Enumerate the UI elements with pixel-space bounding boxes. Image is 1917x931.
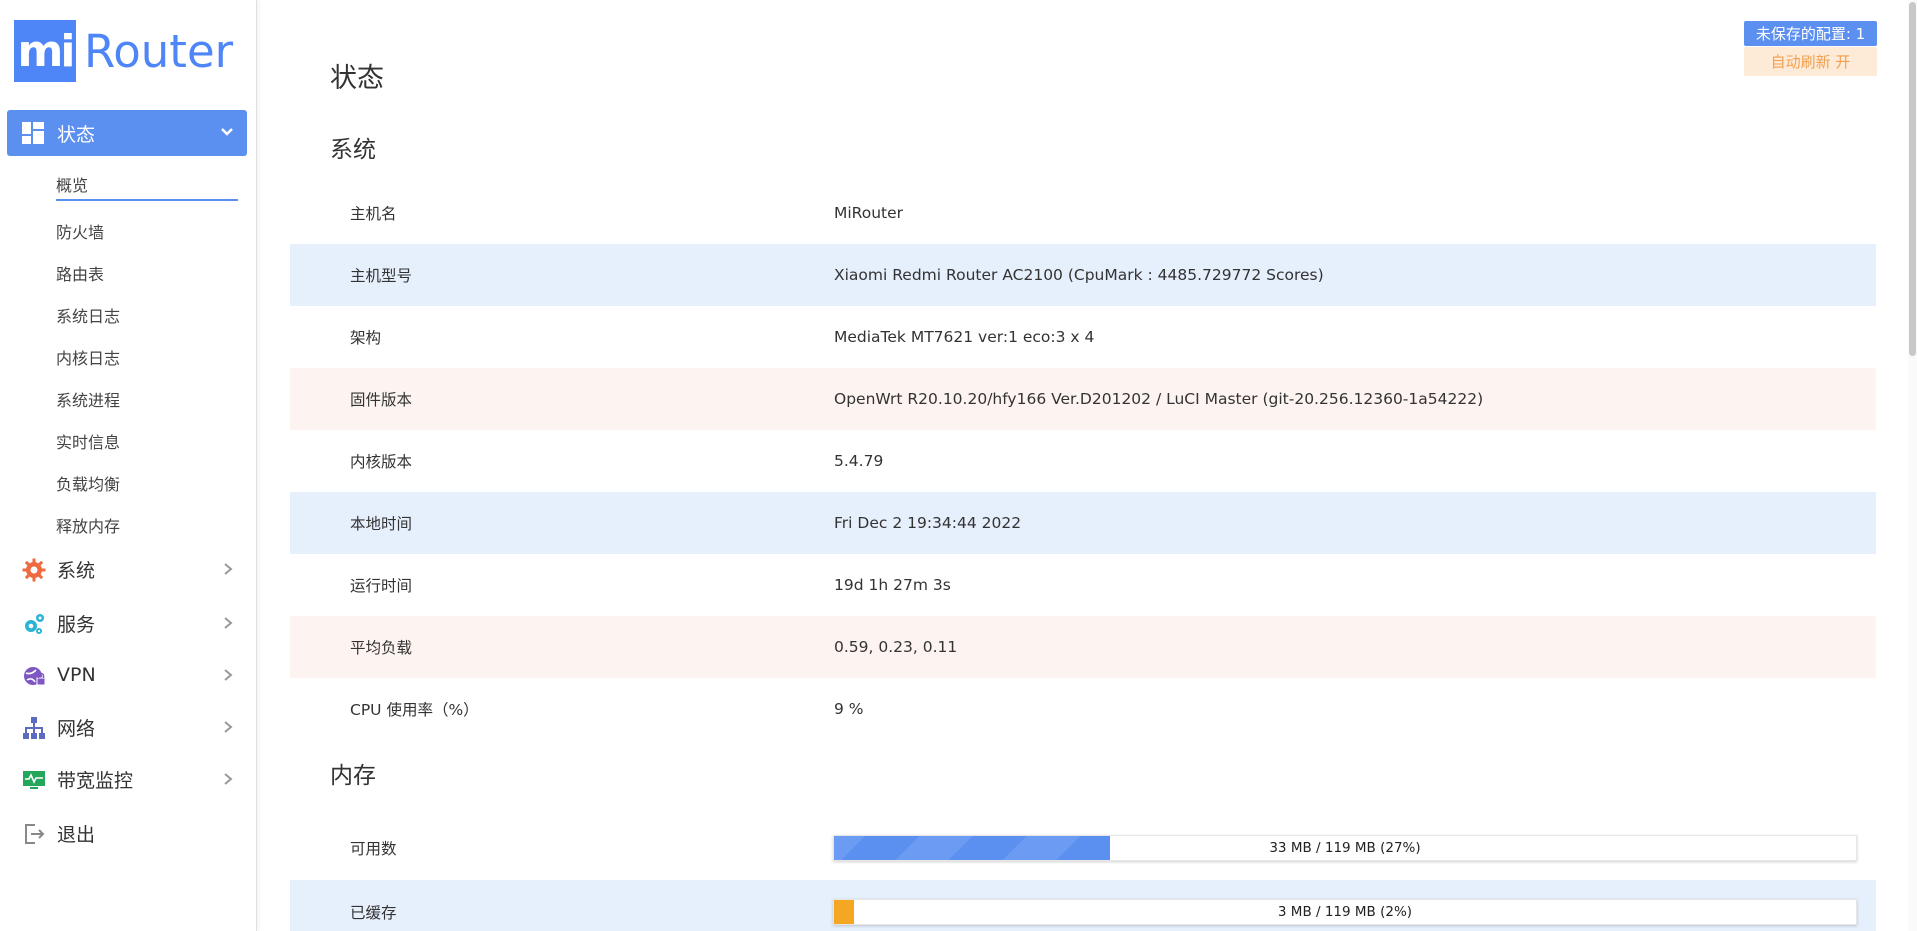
submenu-item-routes[interactable]: 路由表 xyxy=(56,252,238,294)
table-row: 固件版本 OpenWrt R20.10.20/hfy166 Ver.D20120… xyxy=(290,368,1876,430)
table-row: 可用数 33 MB / 119 MB (27%) xyxy=(290,816,1876,880)
row-key: 内核版本 xyxy=(350,453,413,471)
sidebar-item-services[interactable]: 服务 xyxy=(7,601,247,645)
router-logo[interactable]: mi Router xyxy=(14,20,233,82)
row-key: CPU 使用率（%） xyxy=(350,701,479,719)
row-value: MediaTek MT7621 ver:1 eco:3 x 4 xyxy=(834,328,1095,346)
chevron-right-icon xyxy=(224,617,233,629)
submenu-item-overview[interactable]: 概览 xyxy=(56,168,238,201)
row-value: Fri Dec 2 19:34:44 2022 xyxy=(834,514,1022,532)
monitor-icon xyxy=(23,771,45,789)
auto-refresh-toggle[interactable]: 自动刷新 开 xyxy=(1744,47,1877,76)
submenu-item-load-balance[interactable]: 负载均衡 xyxy=(56,462,238,504)
progress-label: 33 MB / 119 MB (27%) xyxy=(1269,840,1421,856)
sidebar-item-bandwidth[interactable]: 带宽监控 xyxy=(7,757,247,801)
sidebar-item-label: VPN xyxy=(57,664,96,686)
row-key: 可用数 xyxy=(350,840,397,858)
scrollbar-thumb[interactable] xyxy=(1909,2,1916,356)
page-scrollbar[interactable] xyxy=(1908,0,1917,931)
row-value: OpenWrt R20.10.20/hfy166 Ver.D201202 / L… xyxy=(834,390,1484,408)
memory-cached-bar: 3 MB / 119 MB (2%) xyxy=(833,899,1857,925)
row-value: Xiaomi Redmi Router AC2100 (CpuMark : 44… xyxy=(834,266,1324,284)
unsaved-changes-badge[interactable]: 未保存的配置: 1 xyxy=(1744,21,1877,46)
network-icon xyxy=(23,717,45,739)
dashboard-icon xyxy=(22,122,44,144)
row-value: 9 % xyxy=(834,700,864,718)
submenu-item-realtime[interactable]: 实时信息 xyxy=(56,420,238,462)
chevron-right-icon xyxy=(224,721,233,733)
submenu-item-kernel-log[interactable]: 内核日志 xyxy=(56,336,238,378)
table-row: 主机型号 Xiaomi Redmi Router AC2100 (CpuMark… xyxy=(290,244,1876,306)
sidebar-item-label: 退出 xyxy=(57,823,96,846)
sidebar-item-logout[interactable]: 退出 xyxy=(7,811,247,855)
chevron-right-icon xyxy=(224,773,233,785)
services-gears-icon xyxy=(25,614,44,634)
row-value: MiRouter xyxy=(834,204,904,222)
submenu-item-firewall[interactable]: 防火墙 xyxy=(56,210,238,252)
mi-logo-mark: mi xyxy=(14,20,76,82)
progress-label: 3 MB / 119 MB (2%) xyxy=(1277,904,1413,920)
table-row: 运行时间 19d 1h 27m 3s xyxy=(290,554,1876,616)
row-key: 运行时间 xyxy=(350,577,413,595)
sidebar-item-status[interactable]: 状态 xyxy=(7,110,247,156)
page-title: 状态 xyxy=(330,63,384,94)
sidebar: mi Router 状态 概览 防火墙 路由表 系统日志 内核日志 系统进程 实… xyxy=(0,0,257,931)
gear-icon xyxy=(22,558,46,582)
row-value: 5.4.79 xyxy=(834,452,884,470)
sidebar-item-label: 网络 xyxy=(57,717,96,740)
row-key: 本地时间 xyxy=(350,515,413,533)
sidebar-item-vpn[interactable]: VPN xyxy=(7,653,247,697)
sidebar-item-network[interactable]: 网络 xyxy=(7,705,247,749)
memory-available-bar: 33 MB / 119 MB (27%) xyxy=(833,835,1857,861)
submenu-item-syslog[interactable]: 系统日志 xyxy=(56,294,238,336)
table-row: 主机名 MiRouter xyxy=(290,182,1876,244)
section-title-memory: 内存 xyxy=(330,763,376,789)
chevron-right-icon xyxy=(224,669,233,681)
row-value: 0.59, 0.23, 0.11 xyxy=(834,638,958,656)
table-row: 本地时间 Fri Dec 2 19:34:44 2022 xyxy=(290,492,1876,554)
row-value: 19d 1h 27m 3s xyxy=(834,576,951,594)
row-key: 固件版本 xyxy=(350,391,413,409)
table-row: 架构 MediaTek MT7621 ver:1 eco:3 x 4 xyxy=(290,306,1876,368)
status-submenu: 概览 防火墙 路由表 系统日志 内核日志 系统进程 实时信息 负载均衡 释放内存 xyxy=(56,168,238,546)
vpn-icon xyxy=(24,667,46,686)
submenu-item-free-memory[interactable]: 释放内存 xyxy=(56,504,238,546)
row-key: 平均负载 xyxy=(350,639,413,657)
chevron-right-icon xyxy=(224,563,233,575)
section-title-system: 系统 xyxy=(330,137,376,163)
sidebar-item-label: 系统 xyxy=(57,559,96,582)
table-row: 内核版本 5.4.79 xyxy=(290,430,1876,492)
table-row: 平均负载 0.59, 0.23, 0.11 xyxy=(290,616,1876,678)
row-key: 主机名 xyxy=(350,205,397,223)
table-row: CPU 使用率（%） 9 % xyxy=(290,678,1876,740)
sidebar-item-label: 带宽监控 xyxy=(57,769,134,792)
sidebar-item-system[interactable]: 系统 xyxy=(7,547,247,591)
submenu-item-processes[interactable]: 系统进程 xyxy=(56,378,238,420)
row-key: 已缓存 xyxy=(350,904,397,922)
logout-icon xyxy=(25,824,45,844)
system-table: 主机名 MiRouter 主机型号 Xiaomi Redmi Router AC… xyxy=(290,182,1876,740)
row-key: 架构 xyxy=(350,329,382,347)
sidebar-item-label: 状态 xyxy=(57,123,96,146)
sidebar-item-label: 服务 xyxy=(57,613,96,636)
row-key: 主机型号 xyxy=(350,267,413,285)
logo-text: Router xyxy=(84,24,234,78)
memory-table: 可用数 33 MB / 119 MB (27%) 已缓存 3 MB / 119 … xyxy=(290,816,1876,931)
chevron-down-icon xyxy=(221,128,233,136)
table-row: 已缓存 3 MB / 119 MB (2%) xyxy=(290,880,1876,931)
